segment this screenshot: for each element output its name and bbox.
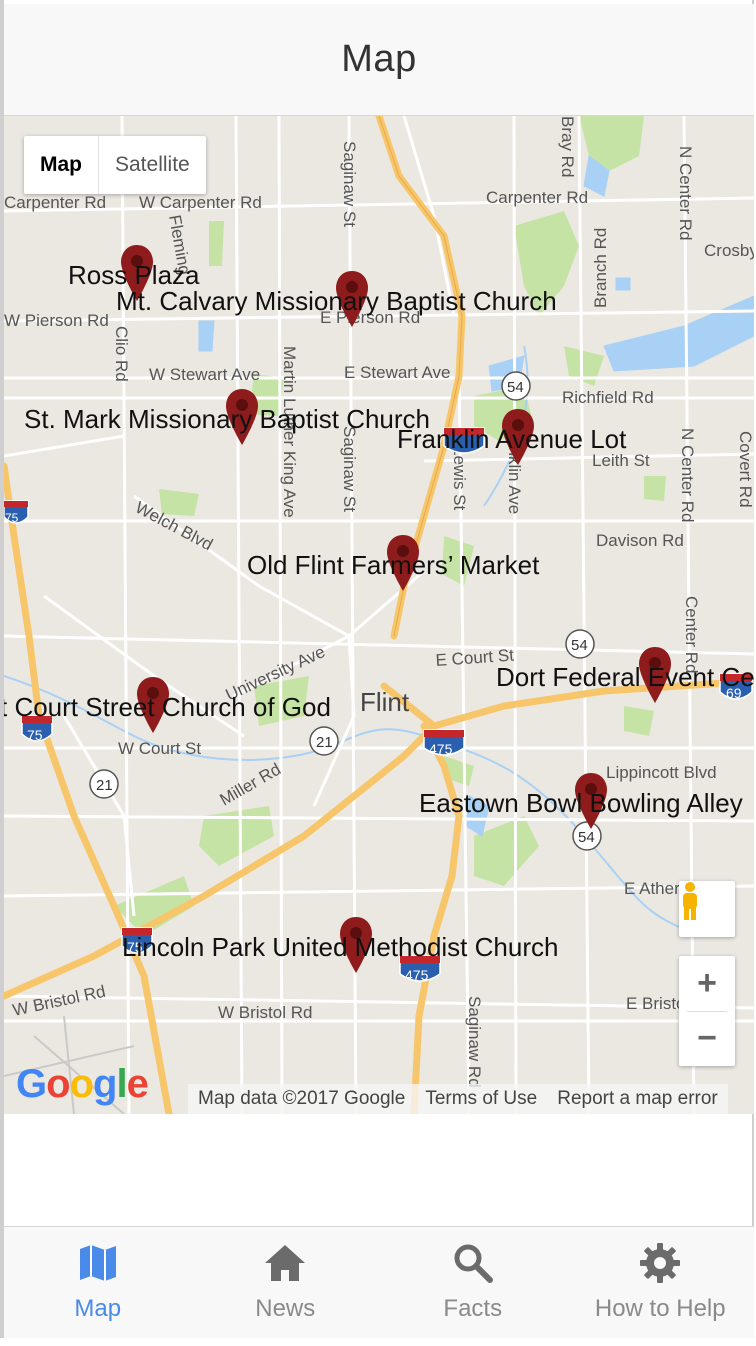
road-label: Saginaw St [340, 141, 359, 227]
city-label: Flint [360, 687, 410, 717]
marker-label[interactable]: t Court Street Church of God [4, 692, 331, 722]
road-label: Crosby [704, 241, 754, 260]
tab-label: Map [74, 1295, 122, 1322]
marker-label[interactable]: Lincoln Park United Methodist Church [122, 932, 558, 962]
google-logo[interactable]: Google [16, 1062, 149, 1107]
road-label: E Stewart Ave [344, 363, 450, 382]
road-label: Saginaw Rd [465, 996, 484, 1088]
road-label: Carpenter Rd [486, 188, 588, 207]
marker-label[interactable]: St. Mark Missionary Baptist Church [24, 404, 430, 434]
svg-text:54: 54 [578, 829, 595, 846]
road-label: Covert Rd [736, 431, 754, 508]
road-label: Carpenter Rd [4, 193, 106, 212]
road-label: W Stewart Ave [149, 365, 260, 384]
road-label: Bray Rd [558, 116, 577, 177]
tab-how-to-help[interactable]: How to Help [567, 1227, 755, 1338]
nav-header: Map [4, 4, 754, 116]
tab-label: Facts [443, 1295, 503, 1322]
tab-label: How to Help [594, 1295, 726, 1322]
tab-label: News [255, 1295, 316, 1322]
search-icon [454, 1244, 493, 1283]
marker-label[interactable]: Franklin Avenue Lot [397, 424, 626, 454]
zoom-out-button[interactable]: − [679, 1011, 735, 1066]
svg-text:21: 21 [316, 734, 333, 751]
road-label: N Center Rd [678, 428, 697, 522]
road-label: W Carpenter Rd [139, 193, 262, 212]
gear-icon [640, 1243, 681, 1283]
road-label: Richfield Rd [562, 388, 654, 407]
map-data-text: Map data ©2017 Google [198, 1088, 406, 1109]
report-error-link[interactable]: Report a map error [547, 1088, 728, 1110]
svg-text:475: 475 [405, 967, 429, 983]
marker-label[interactable]: Dort Federal Event Ce [496, 662, 754, 692]
svg-text:54: 54 [571, 637, 588, 654]
road-label: Branch Rd [591, 228, 610, 308]
road-label: N Center Rd [676, 146, 695, 240]
street-view-pegman[interactable] [679, 881, 735, 937]
road-label: Davison Rd [596, 531, 684, 550]
map-type-satellite-button[interactable]: Satellite [99, 136, 206, 194]
svg-text:475: 475 [429, 741, 453, 757]
svg-text:75: 75 [27, 727, 43, 743]
marker-label[interactable]: Old Flint Farmers’ Market [247, 550, 539, 580]
terms-link[interactable]: Terms of Use [415, 1088, 547, 1110]
page-title: Map [341, 38, 417, 80]
road-label: Miller Rd [217, 759, 285, 809]
road-label: Lippincott Blvd [606, 763, 717, 782]
map-attribution: Map data ©2017 Google Terms of Use Repor… [188, 1084, 728, 1114]
zoom-control: + − [679, 956, 735, 1066]
tab-news[interactable]: News [192, 1227, 380, 1338]
tab-bar: Map News Facts How to Help [4, 1226, 754, 1338]
marker-label[interactable]: Eastown Bowl Bowling Alley [419, 788, 743, 818]
svg-text:75: 75 [5, 511, 19, 525]
map-type-control: Map Satellite [24, 136, 206, 194]
road-label: W Court St [118, 739, 201, 758]
svg-text:54: 54 [507, 379, 524, 396]
svg-text:21: 21 [96, 777, 113, 794]
road-label: W Bristol Rd [218, 1003, 312, 1022]
map-icon [79, 1245, 116, 1281]
tab-facts[interactable]: Facts [379, 1227, 567, 1338]
marker-label[interactable]: Mt. Calvary Missionary Baptist Church [116, 286, 557, 316]
road-label: W Pierson Rd [4, 311, 109, 330]
map-type-map-button[interactable]: Map [24, 136, 99, 194]
home-icon [265, 1245, 306, 1281]
road-label: Saginaw St [340, 426, 359, 512]
tab-map[interactable]: Map [4, 1227, 192, 1338]
road-label: Clio Rd [112, 326, 131, 382]
road-label: Lewis St [450, 446, 469, 511]
map-view[interactable]: Carpenter Rd W Carpenter Rd Carpenter Rd… [4, 116, 754, 1114]
zoom-in-button[interactable]: + [679, 956, 735, 1011]
pegman-icon [683, 882, 697, 920]
